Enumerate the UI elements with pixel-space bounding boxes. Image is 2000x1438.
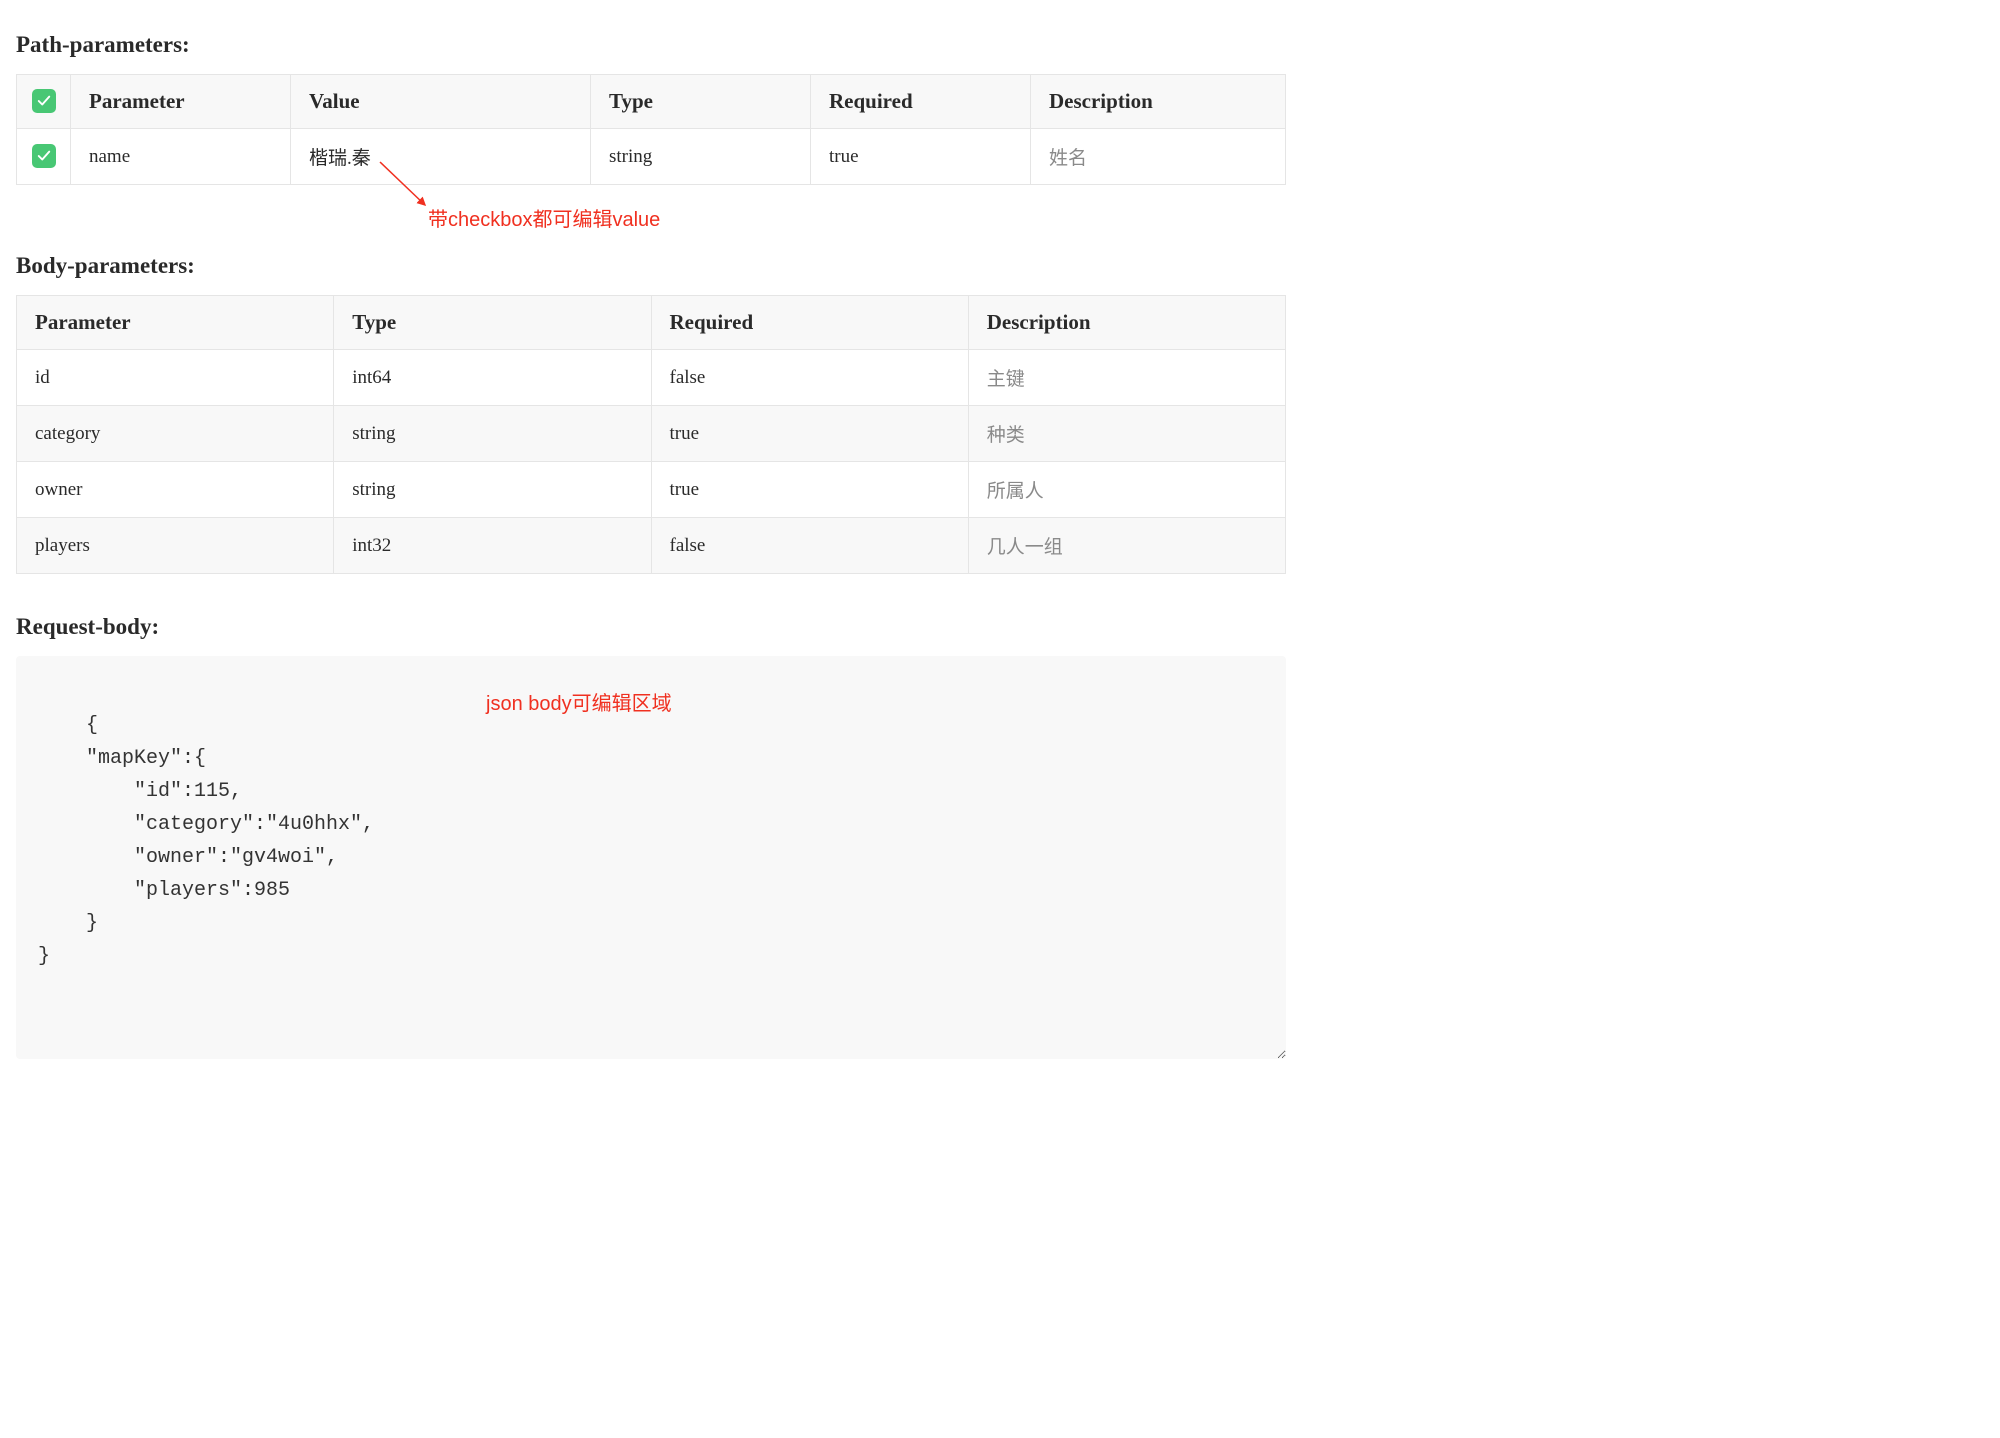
cell-description: 主键 (968, 350, 1285, 406)
cell-value[interactable]: 楷瑞.秦 (291, 129, 591, 185)
col-parameter: Parameter (71, 75, 291, 129)
cell-type: int32 (334, 518, 651, 574)
cell-parameter: players (17, 518, 334, 574)
select-all-checkbox[interactable] (32, 89, 56, 113)
col-required: Required (651, 296, 968, 350)
cell-required: true (651, 406, 968, 462)
cell-required: false (651, 350, 968, 406)
path-parameters-heading: Path-parameters: (16, 32, 1286, 58)
cell-required: true (811, 129, 1031, 185)
cell-type: string (334, 406, 651, 462)
table-row: category string true 种类 (17, 406, 1286, 462)
col-required: Required (811, 75, 1031, 129)
cell-parameter: owner (17, 462, 334, 518)
annotation-arrow-area: 带checkbox都可编辑value (16, 185, 1286, 237)
table-header-row: Parameter Type Required Description (17, 296, 1286, 350)
json-body-annotation: json body可编辑区域 (486, 688, 672, 721)
cell-type: string (591, 129, 811, 185)
checkbox-annotation: 带checkbox都可编辑value (428, 203, 660, 232)
col-value: Value (291, 75, 591, 129)
cell-required: true (651, 462, 968, 518)
table-row: id int64 false 主键 (17, 350, 1286, 406)
table-row: players int32 false 几人一组 (17, 518, 1286, 574)
col-type: Type (591, 75, 811, 129)
checkbox-header (17, 75, 71, 129)
cell-description: 姓名 (1031, 129, 1286, 185)
request-body-editor[interactable]: { "mapKey":{ "id":115, "category":"4u0hh… (16, 656, 1286, 1059)
row-checkbox[interactable] (32, 144, 56, 168)
cell-description: 种类 (968, 406, 1285, 462)
body-parameters-table: Parameter Type Required Description id i… (16, 295, 1286, 574)
body-parameters-heading: Body-parameters: (16, 253, 1286, 279)
cell-required: false (651, 518, 968, 574)
cell-parameter: id (17, 350, 334, 406)
cell-type: string (334, 462, 651, 518)
col-type: Type (334, 296, 651, 350)
request-body-heading: Request-body: (16, 614, 1286, 640)
cell-type: int64 (334, 350, 651, 406)
table-header-row: Parameter Value Type Required Descriptio… (17, 75, 1286, 129)
path-parameters-table: Parameter Value Type Required Descriptio… (16, 74, 1286, 185)
col-description: Description (1031, 75, 1286, 129)
request-body-code[interactable]: { "mapKey":{ "id":115, "category":"4u0hh… (38, 714, 374, 968)
table-row: owner string true 所属人 (17, 462, 1286, 518)
table-row: name 楷瑞.秦 string true 姓名 (17, 129, 1286, 185)
cell-parameter: category (17, 406, 334, 462)
col-description: Description (968, 296, 1285, 350)
col-parameter: Parameter (17, 296, 334, 350)
cell-description: 所属人 (968, 462, 1285, 518)
cell-parameter: name (71, 129, 291, 185)
cell-description: 几人一组 (968, 518, 1285, 574)
